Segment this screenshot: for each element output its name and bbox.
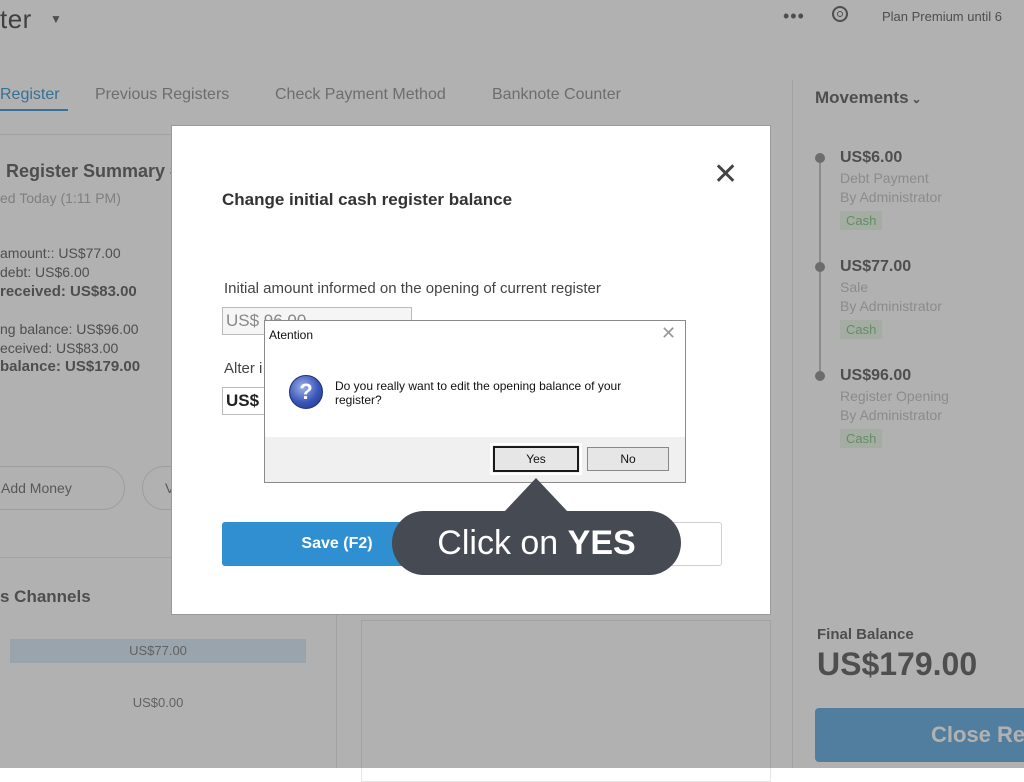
close-icon[interactable]: ✕ [713, 160, 738, 190]
dialog-message: Do you really want to edit the opening b… [335, 379, 622, 407]
instruction-tooltip: Click on YES [392, 511, 681, 575]
dialog-titlebar: Atention ✕ [265, 321, 685, 349]
modal-title: Change initial cash register balance [222, 190, 513, 209]
dialog-body: ? Do you really want to edit the opening… [265, 349, 685, 437]
alter-amount-label: Alter i [224, 360, 263, 377]
tooltip-text: Click on [437, 524, 568, 562]
initial-amount-label: Initial amount informed on the opening o… [224, 280, 601, 297]
tooltip-arrow [504, 478, 568, 512]
confirm-dialog: Atention ✕ ? Do you really want to edit … [264, 320, 686, 483]
no-button[interactable]: No [587, 447, 669, 471]
tooltip-emphasis: YES [567, 524, 636, 562]
close-icon[interactable]: ✕ [661, 324, 676, 342]
dialog-title: Atention [269, 328, 314, 342]
yes-button[interactable]: Yes [490, 443, 582, 475]
question-icon: ? [289, 375, 323, 409]
